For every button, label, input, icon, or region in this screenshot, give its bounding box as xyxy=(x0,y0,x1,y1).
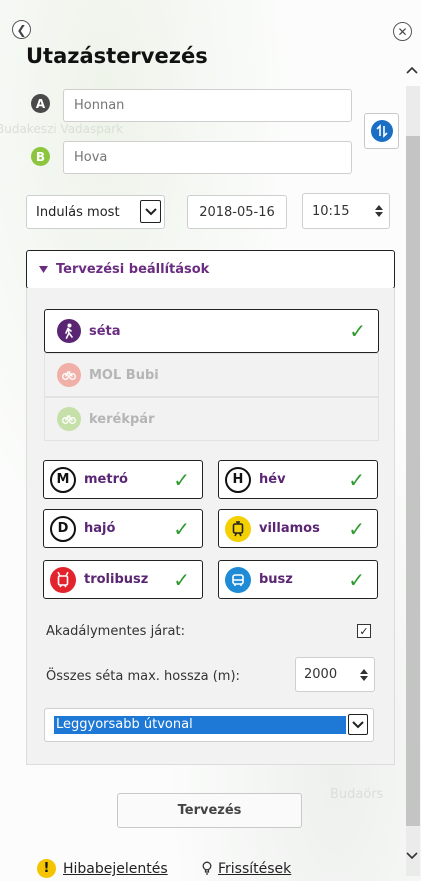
time-stepper[interactable] xyxy=(371,194,387,228)
check-icon: ✓ xyxy=(349,319,366,343)
mode-molbubi-label: MOL Bubi xyxy=(89,367,159,383)
updates-link[interactable]: Frissítések xyxy=(218,861,291,877)
check-icon: ✓ xyxy=(348,467,365,492)
chevron-down-icon xyxy=(406,852,418,860)
stepper-down-icon xyxy=(360,675,368,681)
close-icon: ✕ xyxy=(397,24,408,39)
close-button[interactable]: ✕ xyxy=(393,22,412,41)
walk-max-value: 2000 xyxy=(304,667,338,682)
check-icon: ✓ xyxy=(173,567,190,592)
departure-mode-select[interactable]: Indulás most xyxy=(26,195,165,229)
mode-metro-label: metró xyxy=(84,472,128,487)
walk-max-label: Összes séta max. hossza (m): xyxy=(46,669,240,684)
mode-hev-label: hév xyxy=(259,472,286,487)
hev-icon: H xyxy=(225,466,251,493)
ship-icon: D xyxy=(50,515,76,542)
mode-hev[interactable]: H hév ✓ xyxy=(218,460,378,499)
accessible-checkbox[interactable]: ✓ xyxy=(357,624,371,638)
mode-metro[interactable]: M metró ✓ xyxy=(43,460,203,499)
check-icon: ✓ xyxy=(348,567,365,592)
mode-bicycle[interactable]: kerékpár xyxy=(44,397,379,441)
metro-icon: M xyxy=(50,466,76,493)
walk-max-stepper[interactable] xyxy=(356,658,372,691)
origin-input[interactable] xyxy=(63,89,352,122)
chevron-left-icon: ❮ xyxy=(16,22,27,37)
destination-marker-icon: B xyxy=(31,147,50,166)
stepper-down-icon xyxy=(375,212,383,217)
scroll-down-arrow[interactable] xyxy=(403,846,421,866)
stepper-up-icon xyxy=(375,205,383,210)
settings-panel: séta ✓ MOL Bubi kerékpár M metró ✓ H hév… xyxy=(26,288,395,765)
page-title: Utazástervezés xyxy=(26,44,208,68)
time-input[interactable]: 10:15 xyxy=(302,193,390,229)
map-label-top: Budakeszi Vadaspark xyxy=(0,122,124,136)
bicycle-icon xyxy=(57,407,81,431)
chevron-up-icon xyxy=(406,66,418,74)
mode-tram[interactable]: villamos ✓ xyxy=(218,509,378,548)
scroll-up-arrow[interactable] xyxy=(403,60,421,80)
settings-toggle[interactable]: Tervezési beállítások xyxy=(26,250,395,289)
accessible-label: Akadálymentes járat: xyxy=(46,624,185,639)
mode-bicycle-label: kerékpár xyxy=(89,411,155,427)
date-input[interactable]: 2018-05-16 xyxy=(187,195,287,229)
walk-max-input[interactable]: 2000 xyxy=(295,657,375,692)
origin-marker-icon: A xyxy=(31,94,50,113)
trolleybus-icon xyxy=(50,566,76,593)
check-icon: ✓ xyxy=(348,516,365,541)
caret-down-icon xyxy=(39,266,48,273)
walk-icon xyxy=(57,319,81,343)
mode-walk-label: séta xyxy=(89,323,121,339)
mode-trolleybus-label: trolibusz xyxy=(84,572,149,587)
bus-icon xyxy=(225,566,251,593)
plan-button[interactable]: Tervezés xyxy=(117,793,302,828)
mode-bus[interactable]: busz ✓ xyxy=(218,560,378,599)
scrollbar[interactable] xyxy=(403,56,421,881)
mode-tram-label: villamos xyxy=(259,521,320,536)
swap-icon xyxy=(370,120,393,142)
report-link[interactable]: Hibabejelentés xyxy=(63,861,168,877)
stepper-up-icon xyxy=(360,668,368,674)
mode-walk[interactable]: séta ✓ xyxy=(44,309,379,353)
route-type-select[interactable]: Leggyorsabb útvonal xyxy=(44,708,374,742)
chevron-down-icon xyxy=(348,714,368,735)
tram-icon xyxy=(225,515,251,542)
settings-header-label: Tervezési beállítások xyxy=(56,262,210,277)
check-icon: ✓ xyxy=(173,467,190,492)
check-icon: ✓ xyxy=(173,516,190,541)
mode-molbubi[interactable]: MOL Bubi xyxy=(44,353,379,397)
warning-icon: ! xyxy=(37,859,56,878)
lightbulb-icon xyxy=(202,861,212,879)
scroll-thumb[interactable] xyxy=(406,136,420,826)
departure-mode-value: Indulás most xyxy=(36,204,120,220)
mode-trolleybus[interactable]: trolibusz ✓ xyxy=(43,560,203,599)
date-value: 2018-05-16 xyxy=(199,204,275,220)
back-button[interactable]: ❮ xyxy=(12,20,31,39)
mode-ship-label: hajó xyxy=(84,521,116,536)
time-value: 10:15 xyxy=(312,203,350,219)
molbubi-icon xyxy=(57,363,81,387)
route-type-value: Leggyorsabb útvonal xyxy=(54,716,346,734)
chevron-down-icon xyxy=(140,200,161,223)
mode-ship[interactable]: D hajó ✓ xyxy=(43,509,203,548)
map-label-bottom: Budaörs xyxy=(330,787,384,802)
destination-input[interactable] xyxy=(63,141,352,174)
swap-button[interactable] xyxy=(364,113,399,149)
mode-bus-label: busz xyxy=(259,572,293,587)
